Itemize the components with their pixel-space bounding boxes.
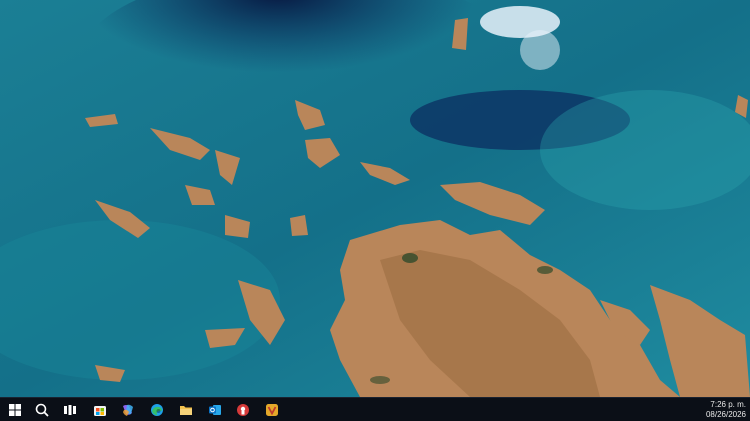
app-red-button[interactable] <box>231 399 255 421</box>
copilot-button[interactable] <box>116 399 140 421</box>
task-view-icon <box>64 405 76 415</box>
start-icon <box>9 404 21 416</box>
store-button[interactable] <box>88 399 112 421</box>
edge-button[interactable] <box>145 399 169 421</box>
task-view-button[interactable] <box>58 399 82 421</box>
search-icon <box>35 403 49 417</box>
clock-date: 08/26/2026 <box>705 410 746 419</box>
clock-time: 7:26 p. m. <box>710 400 746 409</box>
outlook-button[interactable] <box>203 399 227 421</box>
taskbar: 7:26 p. m. 08/26/2026 <box>0 397 750 421</box>
outlook-icon <box>209 405 221 415</box>
store-icon <box>94 406 106 416</box>
system-tray-clock[interactable]: 7:26 p. m. 08/26/2026 <box>706 400 746 420</box>
desktop-wallpaper <box>0 0 750 397</box>
start-button[interactable] <box>3 399 27 421</box>
vivaldi-button[interactable] <box>260 399 284 421</box>
copilot-icon <box>123 404 133 416</box>
file-explorer-icon <box>180 406 192 415</box>
file-explorer-button[interactable] <box>174 399 198 421</box>
desktop[interactable] <box>0 0 750 397</box>
vivaldi-icon <box>266 404 278 416</box>
app-red-icon <box>237 404 249 416</box>
search-button[interactable] <box>30 399 54 421</box>
edge-icon <box>151 404 163 416</box>
